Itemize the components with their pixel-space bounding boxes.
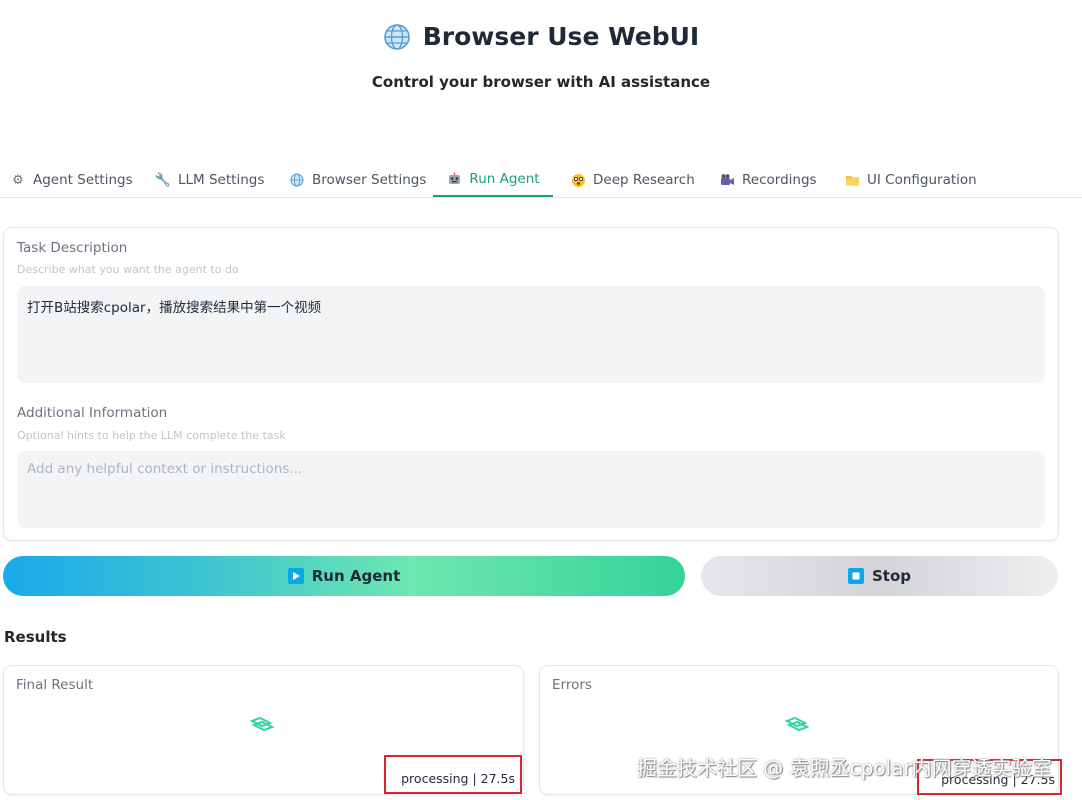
tab-label: Browser Settings: [312, 172, 427, 188]
gear-icon: ⚙: [12, 172, 24, 188]
tab-label: Run Agent: [469, 171, 540, 187]
tab-deep-research[interactable]: Deep Research: [562, 163, 703, 197]
stop-button[interactable]: Stop: [701, 556, 1058, 596]
play-icon: [287, 568, 304, 584]
run-agent-button[interactable]: Run Agent: [3, 556, 685, 596]
run-agent-label: Run Agent: [311, 567, 401, 585]
task-description-hint: Describe what you want the agent to do: [17, 263, 239, 276]
tab-label: UI Configuration: [867, 172, 977, 188]
wrench-icon: 🔧: [154, 172, 172, 188]
tab-label: Recordings: [742, 172, 817, 188]
robot-icon: [446, 172, 462, 187]
page-subtitle: Control your browser with AI assistance: [371, 73, 711, 91]
tab-run-agent[interactable]: Run Agent: [433, 163, 553, 197]
tab-llm-settings[interactable]: 🔧 LLM Settings: [147, 163, 272, 197]
additional-info-hint: Optional hints to help the LLM complete …: [17, 429, 286, 442]
additional-info-input[interactable]: [17, 451, 1045, 528]
tab-label: Agent Settings: [33, 172, 133, 188]
page-title: Browser Use WebUI: [0, 22, 1082, 51]
errors-label: Errors: [552, 677, 592, 693]
loading-spinner-icon: [249, 716, 275, 735]
tab-browser-settings[interactable]: Browser Settings: [281, 163, 434, 197]
tab-label: Deep Research: [593, 172, 695, 188]
task-description-label: Task Description: [17, 240, 128, 256]
tab-bar: ⚙ Agent Settings 🔧 LLM Settings Browser …: [0, 163, 1082, 198]
task-panel: Task Description Describe what you want …: [3, 227, 1059, 541]
additional-info-label: Additional Information: [17, 405, 168, 421]
folder-icon: [844, 173, 860, 187]
title-text: Browser Use WebUI: [422, 22, 700, 51]
stop-label: Stop: [871, 567, 912, 585]
tab-recordings[interactable]: Recordings: [711, 163, 825, 197]
globe-icon: [289, 173, 305, 187]
task-description-input[interactable]: 打开B站搜索cpolar，播放搜索结果中第一个视频: [17, 286, 1045, 383]
tab-agent-settings[interactable]: ⚙ Agent Settings: [2, 163, 141, 197]
final-result-label: Final Result: [16, 677, 94, 693]
watermark: 掘金技术社区 @ 袁煦丞cpolar内网穿透实验室: [637, 756, 1052, 780]
results-heading: Results: [4, 628, 67, 646]
tab-ui-configuration[interactable]: UI Configuration: [836, 163, 985, 197]
tab-label: LLM Settings: [178, 172, 265, 188]
stop-icon: [847, 568, 864, 584]
face-icon: [570, 173, 586, 188]
globe-icon: [383, 23, 411, 51]
camera-icon: [719, 173, 735, 188]
loading-spinner-icon: [784, 716, 810, 735]
highlight-box: [384, 755, 522, 794]
